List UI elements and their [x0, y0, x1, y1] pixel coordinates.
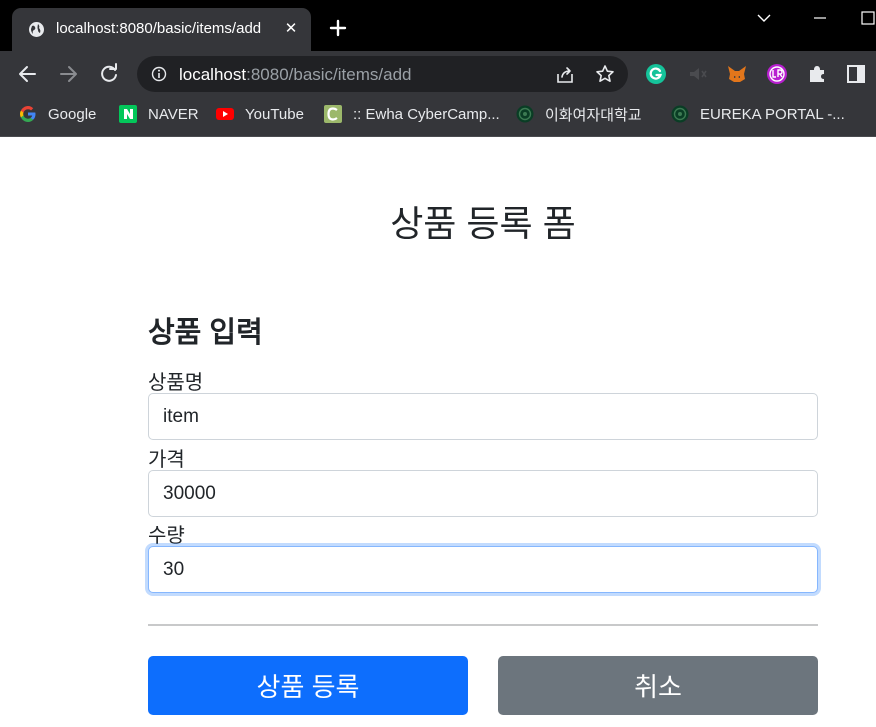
bookmark-ewha[interactable]: 이화여자대학교: [516, 97, 642, 131]
bookmark-label: EUREKA PORTAL -...: [700, 105, 845, 123]
close-tab-icon[interactable]: ✕: [284, 20, 298, 38]
eureka-icon: [671, 105, 689, 123]
language-reactor-icon[interactable]: [766, 63, 788, 85]
item-name-input[interactable]: [148, 393, 818, 440]
bookmark-google[interactable]: Google: [19, 97, 96, 131]
ewha-icon: [516, 105, 534, 123]
quantity-label: 수량: [148, 525, 185, 547]
naver-icon: [119, 105, 137, 123]
bookmark-label: Google: [48, 105, 97, 123]
minimize-icon[interactable]: [812, 10, 828, 26]
form-divider: [148, 624, 818, 626]
tab-strip: localhost:8080/basic/items/add ✕: [0, 0, 876, 51]
submit-item-button[interactable]: 상품 등록: [148, 656, 468, 715]
cancel-button[interactable]: 취소: [498, 656, 818, 715]
item-name-label: 상품명: [148, 372, 204, 394]
browser-toolbar: localhost:8080/basic/items/add: [0, 51, 876, 97]
share-icon[interactable]: [555, 65, 575, 85]
puzzle-icon[interactable]: [806, 63, 828, 85]
new-tab-icon[interactable]: [328, 18, 348, 38]
bookmarks-bar: Google NAVER YouTube :: Ewha CyberCamp..…: [0, 97, 876, 137]
price-input[interactable]: [148, 470, 818, 517]
bookmark-youtube[interactable]: YouTube: [216, 97, 304, 131]
section-title: 상품 입력: [148, 317, 263, 349]
bookmark-eureka[interactable]: EUREKA PORTAL -...: [671, 97, 845, 131]
quantity-input[interactable]: [148, 546, 818, 593]
maximize-icon[interactable]: [860, 10, 876, 26]
page-title: 상품 등록 폼: [390, 203, 576, 244]
forward-arrow-icon[interactable]: [57, 63, 79, 85]
metamask-icon[interactable]: [726, 63, 748, 85]
cybercampus-icon: [324, 105, 342, 123]
tab-title: localhost:8080/basic/items/add: [56, 20, 262, 37]
audio-icon[interactable]: [686, 63, 708, 85]
url-host: localhost: [179, 65, 247, 84]
bookmark-naver[interactable]: NAVER: [119, 97, 199, 131]
bookmark-label: YouTube: [245, 105, 304, 123]
back-arrow-icon[interactable]: [17, 63, 39, 85]
google-icon: [20, 106, 36, 122]
browser-tab[interactable]: localhost:8080/basic/items/add ✕: [12, 8, 311, 51]
address-bar[interactable]: localhost:8080/basic/items/add: [137, 56, 628, 92]
url-path: :8080/basic/items/add: [246, 65, 412, 84]
tab-search-chevron-icon[interactable]: [756, 10, 772, 26]
sidepanel-icon[interactable]: [845, 63, 867, 85]
bookmark-cybercampus[interactable]: :: Ewha CyberCamp...: [324, 97, 500, 131]
youtube-icon: [216, 108, 234, 120]
grammarly-icon[interactable]: [645, 63, 667, 85]
bookmark-star-icon[interactable]: [595, 64, 615, 84]
bookmark-label: NAVER: [148, 105, 199, 123]
bookmark-label: :: Ewha CyberCamp...: [353, 105, 500, 123]
bookmark-label: 이화여자대학교: [545, 106, 642, 124]
reload-icon[interactable]: [98, 63, 120, 85]
globe-icon: [29, 22, 44, 37]
info-icon[interactable]: [151, 66, 167, 82]
url-text: localhost:8080/basic/items/add: [179, 65, 412, 85]
price-label: 가격: [148, 449, 185, 471]
